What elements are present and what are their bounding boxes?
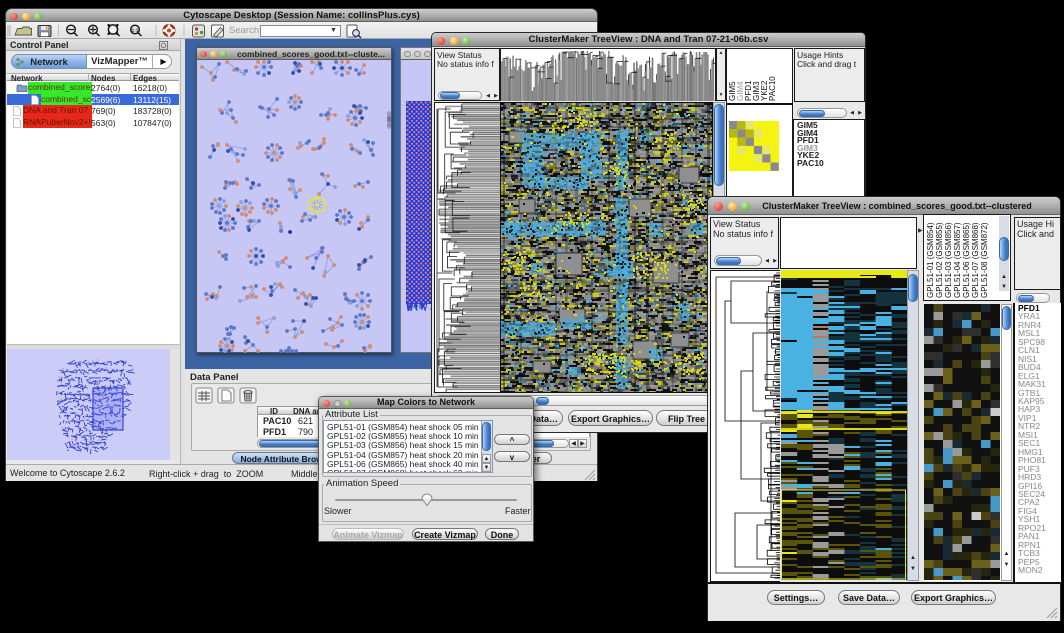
svg-text:1:1: 1:1: [132, 28, 139, 34]
svg-text:GPL51-04 (GSM857): GPL51-04 (GSM857): [953, 222, 962, 298]
svg-text:GPL51-02 (GSM855): GPL51-02 (GSM855): [935, 222, 944, 298]
svg-text:GPL51-03 (GSM856): GPL51-03 (GSM856): [944, 222, 953, 298]
svg-text:GPL51-07 (GSM868): GPL51-07 (GSM868): [971, 222, 980, 298]
svg-text:GPL51-01 (GSM854): GPL51-01 (GSM854): [926, 222, 935, 298]
svg-text:GPL51-08 (GSM872): GPL51-08 (GSM872): [980, 222, 989, 298]
svg-text:GPL51-06 (GSM865): GPL51-06 (GSM865): [962, 222, 971, 298]
